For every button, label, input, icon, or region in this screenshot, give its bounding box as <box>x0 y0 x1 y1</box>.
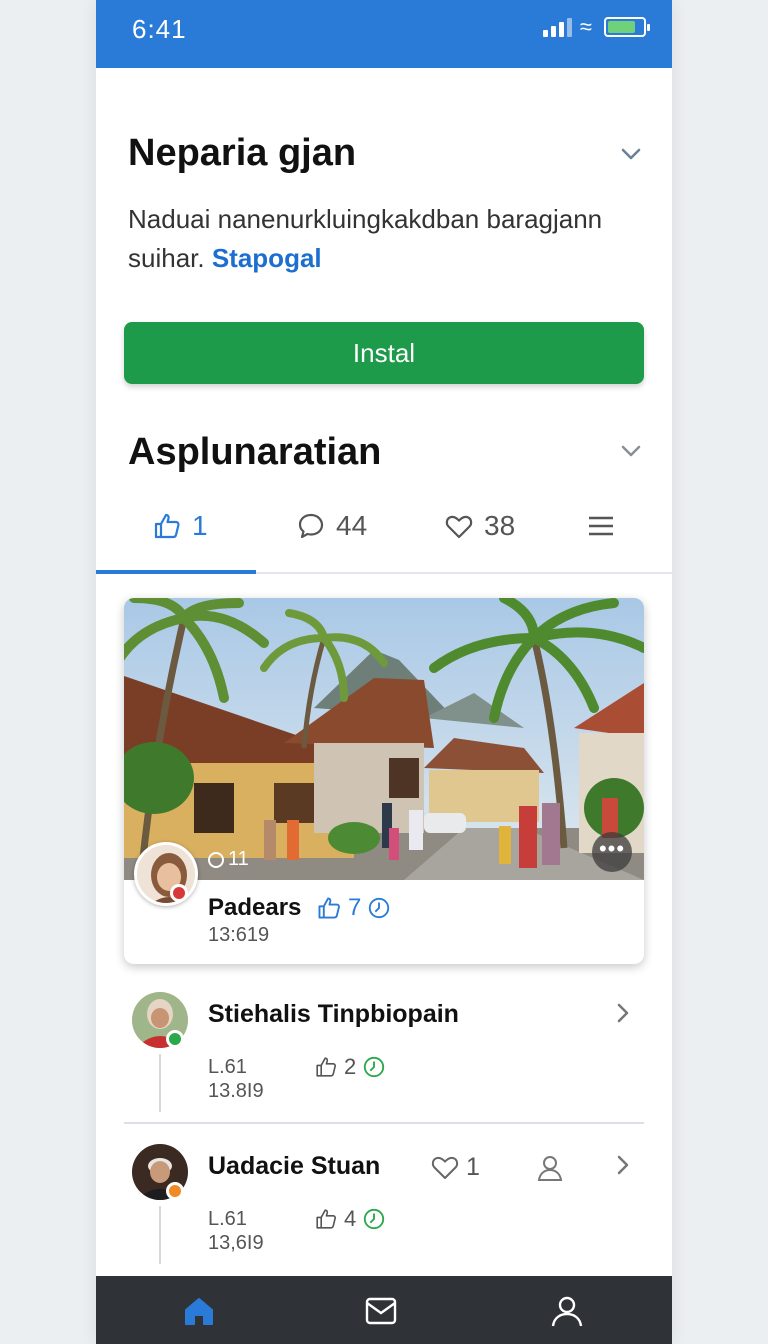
list-item-meta: L.61 <box>208 1208 247 1230</box>
list-item[interactable]: Stiehalis Tinpbiopain L.61 13.8I9 2 <box>124 992 644 1132</box>
views-icon <box>208 851 224 868</box>
bottom-nav <box>96 1276 672 1344</box>
list-item-time: 13,6I9 <box>208 1232 264 1254</box>
post-likes[interactable]: 7 <box>316 894 391 922</box>
tab-menu[interactable] <box>586 504 616 548</box>
reaction-tabs: 1 44 38 <box>96 490 672 574</box>
more-options-button[interactable]: ••• <box>592 832 632 872</box>
thread-line <box>159 1054 161 1112</box>
post-author[interactable]: Padears <box>208 894 301 922</box>
app-description: Naduai nanenurkluingkakdban baragjann su… <box>128 200 628 278</box>
description-text: Naduai nanenurkluingkakdban baragjann su… <box>128 204 603 273</box>
tab-likes-count: 1 <box>192 510 208 541</box>
list-item-hearts-count: 1 <box>466 1152 480 1181</box>
status-badge <box>166 1182 184 1200</box>
list-item-likes[interactable]: 4 <box>314 1206 386 1232</box>
list-item-time: 13.8I9 <box>208 1080 264 1102</box>
battery-icon <box>604 17 650 37</box>
thumbs-up-icon <box>318 897 340 919</box>
status-bar: 6:41 ≈ <box>96 0 672 68</box>
phone-screen: 6:41 ≈ Neparia gjan Naduai nanenurkluing… <box>96 0 672 1344</box>
tab-likes[interactable]: 1 <box>152 504 208 548</box>
list-item-likes-count: 4 <box>344 1206 357 1231</box>
heart-icon <box>445 515 473 539</box>
thumbs-up-icon <box>316 1209 336 1229</box>
heart-icon <box>431 1156 459 1179</box>
thumbs-up-icon <box>316 1057 336 1077</box>
clock-icon <box>364 1208 385 1230</box>
list-item-hearts[interactable]: 1 <box>430 1152 480 1182</box>
description-link[interactable]: Stapogal <box>212 243 322 273</box>
list-item-name: Uadacie Stuan <box>208 1152 381 1180</box>
post-time: 13:619 <box>208 924 270 946</box>
tab-hearts-count: 38 <box>484 510 516 541</box>
chevron-right-icon[interactable] <box>612 1002 634 1024</box>
status-time: 6:41 <box>132 14 187 44</box>
post-image[interactable] <box>124 598 644 880</box>
list-item-likes[interactable]: 2 <box>314 1054 386 1080</box>
list-item-meta: L.61 <box>208 1056 247 1078</box>
avatar-image <box>137 845 195 903</box>
status-icons: ≈ <box>542 14 650 39</box>
featured-post-card[interactable]: 11 ••• Padears 7 13:619 <box>124 598 644 964</box>
status-badge <box>166 1030 184 1048</box>
home-icon[interactable] <box>182 1294 216 1328</box>
tab-comments-count: 44 <box>336 510 368 541</box>
install-button[interactable]: Instal <box>124 322 644 384</box>
clock-icon <box>369 897 390 919</box>
chevron-right-icon[interactable] <box>612 1154 634 1176</box>
list-item-likes-count: 2 <box>344 1054 357 1079</box>
signal-icon <box>542 17 572 37</box>
active-tab-indicator <box>96 570 256 574</box>
views-value: 11 <box>228 848 249 870</box>
app-title: Neparia gjan <box>128 132 357 174</box>
chevron-down-icon[interactable] <box>620 440 642 462</box>
list-item-name: Stiehalis Tinpbiopain <box>208 1000 459 1028</box>
chevron-down-icon[interactable] <box>620 143 642 165</box>
mail-icon[interactable] <box>364 1294 398 1328</box>
tab-comments[interactable]: 44 <box>296 504 367 548</box>
status-badge <box>170 884 188 902</box>
wifi-icon: ≈ <box>579 14 592 39</box>
section-title: Asplunaratian <box>128 431 382 473</box>
comment-icon <box>298 513 324 539</box>
thumbs-up-icon <box>154 513 180 539</box>
divider <box>124 1122 644 1124</box>
list-item[interactable]: Uadacie Stuan 1 L.61 13,6I9 4 <box>124 1144 644 1284</box>
view-count: 11 <box>208 848 249 871</box>
clock-icon <box>364 1056 385 1078</box>
menu-icon <box>589 516 613 536</box>
thread-line <box>159 1206 161 1264</box>
person-icon[interactable] <box>536 1154 564 1182</box>
avatar[interactable] <box>134 842 198 906</box>
post-likes-count: 7 <box>348 894 362 921</box>
profile-icon[interactable] <box>550 1294 584 1328</box>
tab-hearts[interactable]: 38 <box>444 504 515 548</box>
